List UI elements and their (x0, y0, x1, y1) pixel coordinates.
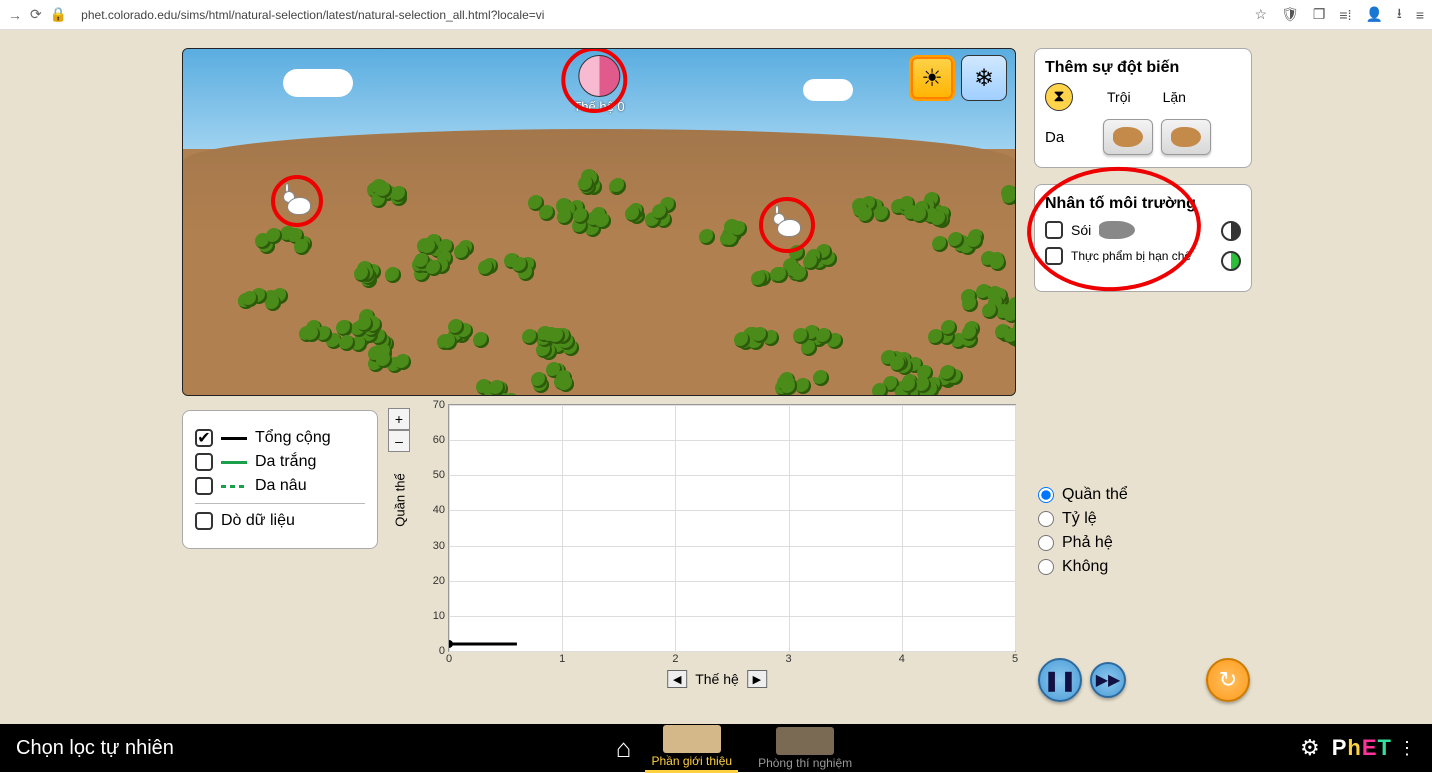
shrub (871, 371, 931, 396)
zoom-in-button[interactable]: + (388, 408, 410, 430)
x-axis-label: Thế hệ (695, 671, 739, 687)
total-checkbox[interactable]: ✔ (195, 429, 213, 447)
phet-logo[interactable]: PhET (1332, 735, 1392, 761)
white-fur-checkbox[interactable] (195, 453, 213, 471)
lab-screen-tab[interactable]: Phòng thí nghiệm (752, 725, 858, 772)
wolves-indicator (1221, 221, 1241, 241)
generation-indicator: Thế hệ 0 (573, 55, 624, 114)
shrub (395, 250, 455, 280)
environment-view: Thế hệ 0 ☀ ❄ /* decorative */ (182, 48, 1016, 396)
population-chart: Quần thể 010203040506070012345 ◀ Thế hệ … (418, 404, 1016, 688)
mutations-title: Thêm sự đột biến (1045, 59, 1241, 77)
play-pause-button[interactable]: ❚❚ (1038, 658, 1082, 702)
pedigree-radio[interactable]: Phả hệ (1038, 534, 1128, 552)
equator-button[interactable]: ☀ (909, 55, 955, 101)
y-axis-label: Quần thể (393, 473, 408, 527)
step-forward-button[interactable]: ▶▶ (1090, 662, 1126, 698)
fur-label: Da (1045, 129, 1073, 146)
shrub (368, 343, 428, 373)
shrub (517, 319, 577, 349)
env-factors-panel: Nhân tố môi trường Sói Thực phẩm bị hạn … (1034, 184, 1252, 292)
shrub (920, 318, 980, 348)
nav-reload-icon[interactable]: ⟳ (30, 6, 42, 23)
divider (195, 503, 365, 504)
intro-tab-label: Phần giới thiệu (651, 754, 732, 768)
play-controls: ❚❚ ▶▶ (1038, 658, 1126, 702)
legend-panel: ✔ Tổng cộng Da trắng Da nâu Dò dữ liệu (182, 410, 378, 549)
shrub (364, 179, 424, 209)
intro-screen-tab[interactable]: Phần giới thiệu (645, 723, 738, 773)
phet-menu-button[interactable]: ⋮ (1398, 738, 1416, 759)
white-fur-line-icon (221, 461, 247, 464)
data-probe-label: Dò dữ liệu (221, 512, 295, 530)
chart-plot-area: 010203040506070012345 (448, 404, 1016, 652)
fur-recessive-button[interactable] (1161, 119, 1211, 155)
lock-icon: 🔒 (50, 6, 67, 23)
environment-buttons: ☀ ❄ (909, 55, 1007, 101)
total-label: Tổng cộng (255, 429, 331, 447)
hourglass-icon: ⧗ (1045, 83, 1073, 111)
shield-icon[interactable]: 🛡 (1281, 6, 1299, 23)
population-radio[interactable]: Quần thể (1038, 486, 1128, 504)
navigation-bar: Chọn lọc tự nhiên ⌂ Phần giới thiệu Phòn… (0, 724, 1432, 772)
shrub (299, 320, 359, 350)
shrub (751, 260, 811, 290)
brown-fur-line-icon (221, 485, 247, 488)
cloud (283, 69, 353, 97)
shrub (619, 197, 679, 227)
sim-title: Chọn lọc tự nhiên (16, 737, 174, 760)
highlight-circle (759, 197, 815, 253)
food-indicator (1221, 251, 1241, 271)
chart-step-back-button[interactable]: ◀ (667, 670, 687, 688)
cloud (803, 79, 853, 101)
nav-forward-icon[interactable]: → (8, 7, 22, 23)
url-text[interactable]: phet.colorado.edu/sims/html/natural-sele… (81, 8, 544, 22)
sim-area: Thế hệ 0 ☀ ❄ /* decorative */ Thêm sự độ… (0, 30, 1432, 724)
shrub (993, 181, 1016, 211)
shrub (570, 163, 630, 193)
star-icon[interactable]: ☆ (1255, 6, 1268, 23)
profile-icon[interactable]: 👤 (1365, 6, 1382, 23)
dominant-label: Trội (1107, 89, 1131, 105)
home-button[interactable]: ⌂ (616, 733, 632, 764)
highlight-circle (561, 48, 627, 113)
recessive-label: Lặn (1163, 89, 1186, 105)
reset-all-button[interactable]: ↻ (1206, 658, 1250, 702)
chart-step-forward-button[interactable]: ▶ (747, 670, 767, 688)
shrub (723, 327, 783, 357)
read-icon[interactable]: ≡⁞ (1339, 7, 1351, 23)
brown-fur-label: Da nâu (255, 477, 307, 495)
fur-dominant-button[interactable] (1103, 119, 1153, 155)
lab-tab-label: Phòng thí nghiệm (758, 756, 852, 770)
highlight-circle (271, 175, 323, 227)
options-button[interactable]: ⚙ (1300, 735, 1320, 761)
shrub (980, 246, 1016, 276)
highlight-ellipse (1023, 161, 1205, 297)
browser-chrome: → ⟳ 🔒 phet.colorado.edu/sims/html/natura… (0, 0, 1432, 30)
data-probe-checkbox[interactable] (195, 512, 213, 530)
shrub (693, 217, 753, 247)
shrub (477, 250, 537, 280)
none-radio[interactable]: Không (1038, 558, 1128, 576)
proportions-radio[interactable]: Tỷ lệ (1038, 510, 1128, 528)
shrub (525, 362, 585, 392)
shrub (771, 369, 831, 396)
shrub (229, 285, 289, 315)
menu-icon[interactable]: ≡ (1416, 7, 1424, 23)
shrub (466, 378, 526, 396)
shrub (254, 224, 314, 254)
download-icon[interactable]: ⭳ (1397, 3, 1402, 27)
shrub (785, 324, 845, 354)
extension-icon[interactable]: ❐ (1313, 6, 1326, 23)
arctic-button[interactable]: ❄ (961, 55, 1007, 101)
total-line-icon (221, 437, 247, 440)
zoom-controls: + – (388, 408, 410, 452)
shrub (979, 291, 1016, 321)
mutations-panel: Thêm sự đột biến ⧗ Trội Lặn Da (1034, 48, 1252, 168)
graph-radio-group: Quần thể Tỷ lệ Phả hệ Không (1038, 480, 1128, 582)
shrub (432, 319, 492, 349)
brown-fur-checkbox[interactable] (195, 477, 213, 495)
zoom-out-button[interactable]: – (388, 430, 410, 452)
white-fur-label: Da trắng (255, 453, 316, 471)
